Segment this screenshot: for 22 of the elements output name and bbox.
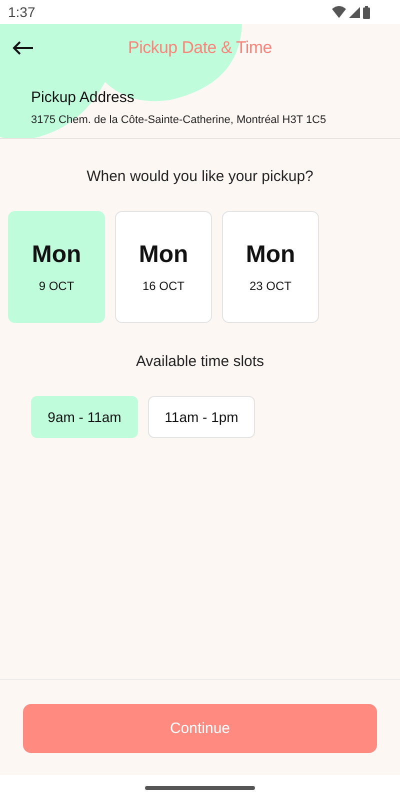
- home-handle[interactable]: [145, 786, 255, 790]
- date-card[interactable]: Mon 9 OCT: [8, 211, 105, 323]
- date-card[interactable]: Mon 23 OCT: [222, 211, 319, 323]
- day-name: Mon: [246, 241, 296, 269]
- date-prompt: When would you like your pickup?: [86, 168, 314, 185]
- day-name: Mon: [32, 241, 82, 269]
- time-slots-label: Available time slots: [136, 353, 264, 370]
- status-time: 1:37: [8, 4, 36, 20]
- screen-title: Pickup Date & Time: [128, 38, 272, 58]
- day-name: Mon: [138, 241, 188, 269]
- date-card[interactable]: Mon 16 OCT: [115, 211, 212, 323]
- wifi-icon: [332, 6, 346, 18]
- date-text: 9 OCT: [38, 279, 74, 293]
- address-label: Pickup Address: [31, 89, 134, 106]
- time-slot-button[interactable]: 11am - 1pm: [148, 396, 255, 438]
- date-text: 23 OCT: [249, 279, 292, 293]
- back-arrow-icon[interactable]: [12, 41, 34, 55]
- address-text: 3175 Chem. de la Côte-Sainte-Catherine, Montréal H3T 1C5: [31, 114, 326, 126]
- date-text: 16 OCT: [142, 279, 184, 293]
- battery-icon: [363, 6, 370, 18]
- time-slot-button[interactable]: 9am - 11am: [31, 396, 138, 438]
- signal-icon: [349, 6, 360, 18]
